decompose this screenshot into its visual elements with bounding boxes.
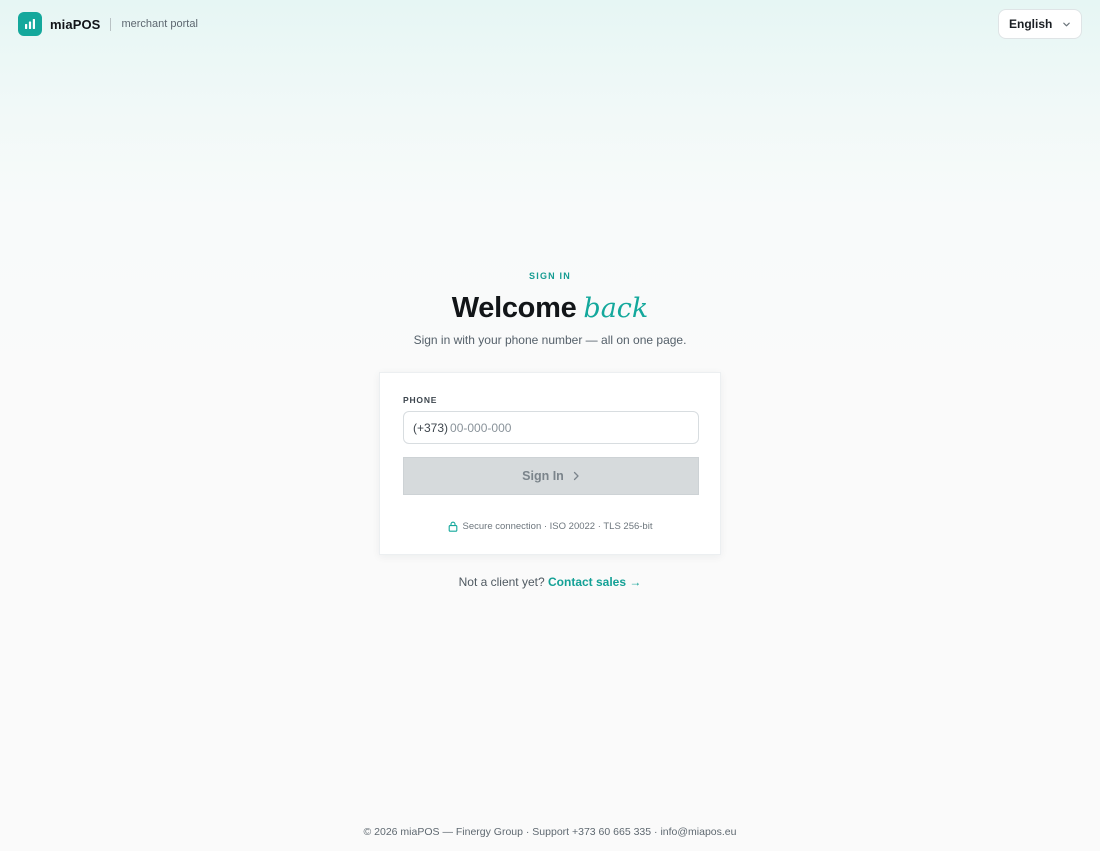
sign-in-label: Sign In [522,469,564,483]
lock-icon [448,521,458,532]
contact-sales-link[interactable]: Contact sales → [548,575,641,589]
phone-label: PHONE [403,395,438,405]
brand-divider [110,17,112,31]
brand[interactable]: miaPOS merchant portal [18,12,198,36]
sign-in-button[interactable]: Sign In [403,457,699,495]
page-title: Welcome back [0,288,1100,333]
brand-name: miaPOS [50,16,101,32]
footer: © 2026 miaPOS — Finergy Group · Support … [363,826,737,838]
contact-row: Not a client yet? Contact sales → [0,575,1100,589]
brand-subtitle: merchant portal [121,18,198,30]
language-label: English [1009,17,1053,31]
sign-in-eyebrow: SIGN IN [529,271,571,281]
language-select[interactable]: English [998,9,1082,39]
phone-field[interactable]: (+373) [403,411,699,444]
chevron-right-icon [572,471,580,481]
not-client-text: Not a client yet? [458,575,545,589]
title-accent: back [583,293,649,324]
secure-text: Secure connection · ISO 20022 · TLS 256-… [462,521,653,532]
sign-in-card: PHONE (+373) Sign In Secure connection ·… [379,372,721,555]
page-subtitle: Sign in with your phone number — all on … [413,333,687,347]
title-main: Welcome [451,292,577,324]
bar-chart-icon [18,12,42,36]
secure-connection-note: Secure connection · ISO 20022 · TLS 256-… [380,521,720,532]
chevron-down-icon [1062,20,1071,29]
phone-country-prefix: (+373) [413,420,449,435]
phone-input[interactable] [450,420,681,435]
top-bar: miaPOS merchant portal English [0,0,1100,48]
